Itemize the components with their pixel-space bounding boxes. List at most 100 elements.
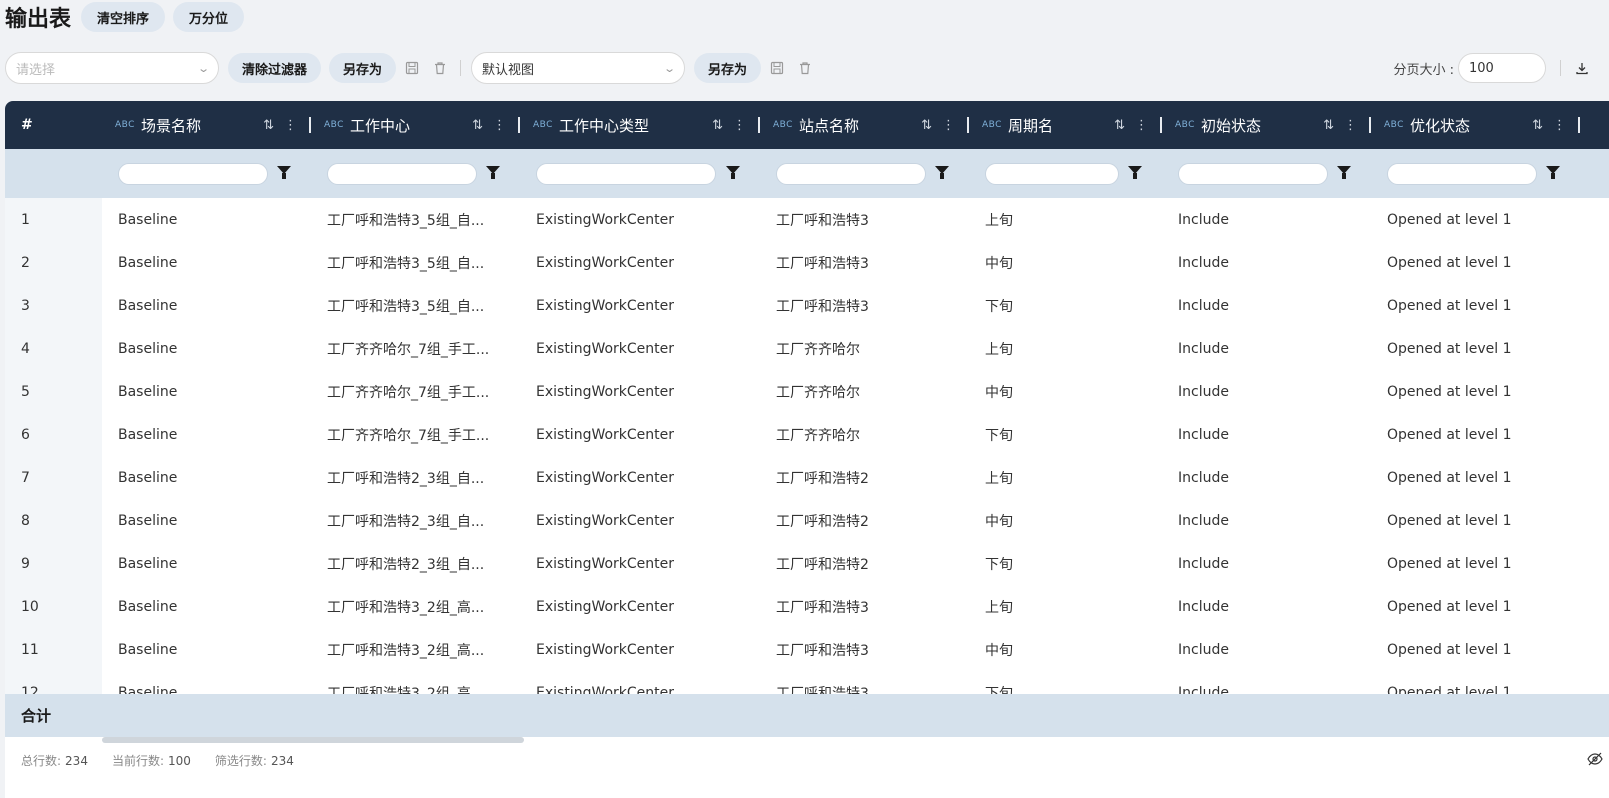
table-row[interactable]: 7 Baseline 工厂呼和浩特2_3组_自... ExistingWorkCent… [5, 456, 1609, 499]
column-header-1[interactable]: ABC 场景名称 ⇅ ⋮ [102, 101, 311, 149]
table-row[interactable]: 1 Baseline 工厂呼和浩特3_5组_自... ExistingWorkCent… [5, 198, 1609, 241]
table-row[interactable]: 11 Baseline 工厂呼和浩特3_2组_高... ExistingWorkCen… [5, 628, 1609, 671]
column-filter-input[interactable] [1178, 162, 1328, 185]
delete-icon[interactable] [795, 61, 815, 75]
column-header-4[interactable]: ABC 站点名称 ⇅ ⋮ [760, 101, 969, 149]
column-filter-input[interactable] [536, 162, 716, 185]
table-row[interactable]: 8 Baseline 工厂呼和浩特2_3组_自... ExistingWorkCent… [5, 499, 1609, 542]
table-cell: Include [1178, 555, 1229, 572]
column-header-3[interactable]: ABC 工作中心类型 ⇅ ⋮ [520, 101, 760, 149]
per-mille-button[interactable]: 万分位 [173, 2, 245, 32]
column-header-2[interactable]: ABC 工作中心 ⇅ ⋮ [311, 101, 520, 149]
sort-icon[interactable]: ⇅ [263, 118, 274, 133]
table-cell: 工厂呼和浩特3_2组_高... [327, 685, 485, 695]
filter-icon[interactable] [1337, 166, 1351, 179]
filter-select[interactable]: 请选择 ⌄ [5, 52, 219, 84]
text-type-icon: ABC [533, 120, 553, 130]
table-cell: Baseline [118, 254, 178, 271]
save-icon[interactable] [402, 61, 422, 75]
table-row[interactable]: 9 Baseline 工厂呼和浩特2_3组_自... ExistingWorkCent… [5, 542, 1609, 585]
more-icon[interactable]: ⋮ [493, 118, 506, 133]
sort-icon[interactable]: ⇅ [1114, 118, 1125, 133]
row-index: 3 [21, 297, 30, 314]
filter-icon[interactable] [935, 166, 949, 179]
header-columns: ABC 场景名称 ⇅ ⋮ ABC 工作中心 ⇅ ⋮ ABC 工作中心类型 ⇅ ⋮ ABC 站点名称 ⇅ ⋮ AB… [102, 101, 1580, 149]
column-header-7[interactable]: ABC 优化状态 ⇅ ⋮ [1371, 101, 1580, 149]
sort-icon[interactable]: ⇅ [472, 118, 483, 133]
more-icon[interactable]: ⋮ [1344, 118, 1357, 133]
toolbar-divider [460, 60, 462, 76]
column-filter-input[interactable] [1387, 162, 1537, 185]
table-row[interactable]: 5 Baseline 工厂齐齐哈尔_7组_手工... ExistingWorkCent… [5, 370, 1609, 413]
table-cell: 上旬 [985, 341, 1013, 358]
save-as-view-button[interactable]: 另存为 [694, 53, 762, 83]
column-resize-handle[interactable] [1578, 117, 1580, 133]
row-index: 9 [21, 555, 30, 572]
table-row[interactable]: 3 Baseline 工厂呼和浩特3_5组_自... ExistingWorkCent… [5, 284, 1609, 327]
filter-icon[interactable] [726, 166, 740, 179]
table-row[interactable]: 10 Baseline 工厂呼和浩特3_2组_高... ExistingWorkCen… [5, 585, 1609, 628]
save-icon[interactable] [767, 61, 787, 75]
horizontal-scrollbar[interactable] [102, 737, 524, 743]
chevron-down-icon: ⌄ [196, 61, 210, 75]
view-select[interactable]: 默认视图 ⌄ [471, 52, 686, 84]
table-cell: 工厂呼和浩特3_5组_自... [327, 212, 485, 229]
table-cell: ExistingWorkCenter [536, 383, 675, 400]
filter-icon[interactable] [277, 166, 291, 179]
total-rows: 总行数: 234 [21, 754, 88, 768]
filter-icon[interactable] [1128, 166, 1142, 179]
filter-cell-5 [969, 149, 1162, 198]
column-filter-input[interactable] [118, 162, 268, 185]
table-row[interactable]: 2 Baseline 工厂呼和浩特3_5组_自... ExistingWorkCent… [5, 241, 1609, 284]
text-type-icon: ABC [1175, 120, 1195, 130]
table-cell: 工厂呼和浩特3_5组_自... [327, 255, 485, 272]
column-header-5[interactable]: ABC 周期名 ⇅ ⋮ [969, 101, 1162, 149]
more-icon[interactable]: ⋮ [1553, 118, 1566, 133]
filter-icon[interactable] [486, 166, 500, 179]
filter-icon[interactable] [1546, 166, 1560, 179]
table-cell: Include [1178, 383, 1229, 400]
clear-filter-button[interactable]: 清除过滤器 [228, 53, 322, 83]
more-icon[interactable]: ⋮ [284, 118, 297, 133]
table-cell: ExistingWorkCenter [536, 684, 675, 695]
table-cell: 下旬 [985, 685, 1013, 695]
table-cell: 上旬 [985, 212, 1013, 229]
table-row[interactable]: 6 Baseline 工厂齐齐哈尔_7组_手工... ExistingWorkCent… [5, 413, 1609, 456]
table-cell: 工厂呼和浩特3 [776, 255, 869, 272]
sort-icon[interactable]: ⇅ [1532, 118, 1543, 133]
page-title: 输出表 [5, 7, 72, 32]
filter-cell-6 [1162, 149, 1371, 198]
sort-icon[interactable]: ⇅ [1323, 118, 1334, 133]
table-cell: 工厂齐齐哈尔 [776, 341, 860, 358]
delete-icon[interactable] [430, 61, 450, 75]
more-icon[interactable]: ⋮ [942, 118, 955, 133]
row-index: 7 [21, 469, 30, 486]
table-cell: Baseline [118, 641, 178, 658]
table-cell: Opened at level 1 [1387, 340, 1512, 357]
save-as-filter-button[interactable]: 另存为 [329, 53, 397, 83]
clear-sort-button[interactable]: 清空排序 [81, 2, 166, 32]
page-size-input[interactable]: 100 [1458, 53, 1546, 83]
table-cell: Baseline [118, 598, 178, 615]
row-index: 6 [21, 426, 30, 443]
column-header-6[interactable]: ABC 初始状态 ⇅ ⋮ [1162, 101, 1371, 149]
sort-icon[interactable]: ⇅ [712, 118, 723, 133]
table-cell: 工厂呼和浩特3 [776, 599, 869, 616]
more-icon[interactable]: ⋮ [733, 118, 746, 133]
table-cell: Opened at level 1 [1387, 211, 1512, 228]
table-row[interactable]: 12 Baseline 工厂呼和浩特3_2组_高... ExistingWorkCen… [5, 671, 1609, 695]
more-icon[interactable]: ⋮ [1135, 118, 1148, 133]
table-cell: 工厂呼和浩特2 [776, 513, 869, 530]
column-filter-input[interactable] [776, 162, 926, 185]
text-type-icon: ABC [773, 120, 793, 130]
sort-icon[interactable]: ⇅ [921, 118, 932, 133]
table-cell: Baseline [118, 469, 178, 486]
column-filter-input[interactable] [327, 162, 477, 185]
column-filter-input[interactable] [985, 162, 1119, 185]
download-icon[interactable] [1575, 61, 1589, 75]
table-footer-total: 合计 [5, 694, 1609, 737]
table-cell: ExistingWorkCenter [536, 340, 675, 357]
table-body: 1 Baseline 工厂呼和浩特3_5组_自... ExistingWorkCent… [5, 198, 1609, 694]
table-row[interactable]: 4 Baseline 工厂齐齐哈尔_7组_手工... ExistingWorkCent… [5, 327, 1609, 370]
eye-off-icon[interactable] [1587, 752, 1603, 766]
